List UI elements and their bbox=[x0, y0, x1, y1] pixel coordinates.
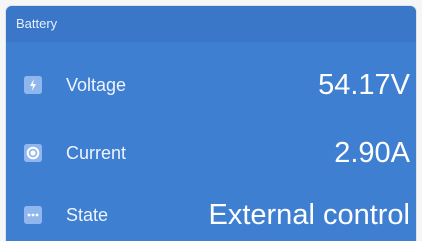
current-icon bbox=[24, 144, 42, 162]
battery-panel: Battery Voltage 54.17V Current 2.90A Sta… bbox=[6, 6, 416, 241]
state-row: State External control bbox=[6, 184, 416, 241]
current-label: Current bbox=[66, 143, 127, 163]
state-value: External control bbox=[208, 199, 411, 231]
state-label: State bbox=[66, 205, 109, 225]
ellipsis-icon bbox=[24, 206, 42, 224]
voltage-row: Voltage 54.17V bbox=[6, 54, 416, 116]
current-row: Current 2.90A bbox=[6, 122, 416, 184]
voltage-label: Voltage bbox=[66, 75, 127, 95]
panel-title: Battery bbox=[16, 16, 58, 31]
panel-header: Battery bbox=[6, 6, 416, 42]
voltage-value: 54.17V bbox=[318, 69, 410, 101]
lightning-icon bbox=[24, 76, 42, 94]
current-value: 2.90A bbox=[334, 137, 410, 169]
